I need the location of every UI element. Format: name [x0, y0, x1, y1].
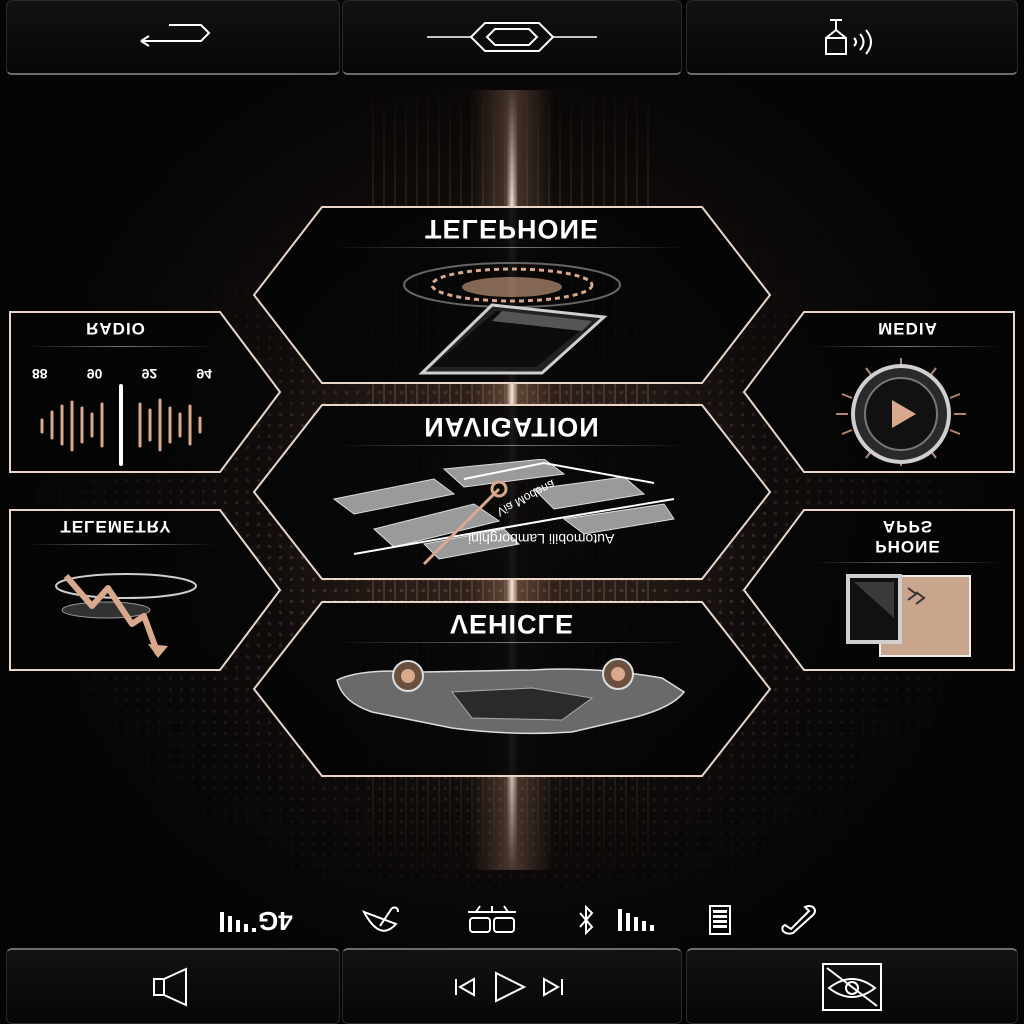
divider — [332, 642, 692, 643]
tile-media-label: MEDIA — [878, 319, 938, 338]
freq-88: 88 — [32, 366, 48, 382]
divider — [332, 445, 692, 446]
tile-phone-apps[interactable]: PHONE APPS — [742, 508, 1018, 672]
back-button[interactable] — [6, 0, 340, 75]
umbrella-status — [355, 898, 405, 942]
divider — [26, 346, 216, 347]
divider — [812, 346, 1002, 347]
tile-radio-label: RADIO — [86, 319, 146, 338]
umbrella-icon — [361, 906, 399, 932]
bottom-bar — [0, 946, 1024, 1024]
freq-94: 94 — [196, 366, 212, 382]
display-button[interactable] — [686, 948, 1018, 1024]
tile-phone-apps-label-1: PHONE — [875, 537, 941, 556]
tile-telephone[interactable]: TELEPHONE — [252, 205, 772, 385]
tile-telephone-label: TELEPHONE — [424, 214, 600, 244]
telemetry-graph-icon — [55, 573, 197, 658]
tile-telemetry[interactable]: TELEMETRY — [6, 508, 282, 672]
play-controls-icon — [455, 970, 563, 1003]
tile-phone-apps-label-2: APPS — [882, 517, 934, 536]
freq-92: 92 — [141, 366, 158, 382]
phone-handset-icon — [781, 905, 816, 935]
bluetooth-icon — [579, 905, 654, 935]
battery-status — [700, 898, 740, 942]
divider — [812, 562, 1002, 563]
phone-tablet-icon — [846, 574, 971, 657]
status-bar: 4G — [0, 898, 1024, 942]
volume-button[interactable] — [6, 948, 340, 1024]
signal-bars-icon — [219, 912, 256, 932]
radio-waveform — [40, 384, 202, 466]
usb-status — [460, 898, 524, 942]
bluetooth-status — [570, 898, 660, 942]
home-hexagon-icon — [427, 22, 597, 52]
smartphone-illustration — [403, 262, 621, 375]
map-street-2: Automobili Lamborghini — [468, 531, 615, 547]
usb-dual-icon — [468, 905, 516, 933]
speaker-icon — [153, 966, 187, 1007]
tile-media[interactable]: MEDIA — [742, 310, 1018, 474]
network-label: 4G — [257, 905, 293, 936]
voice-command-icon — [825, 19, 872, 55]
tile-radio[interactable]: RADIO 88 90 92 94 — [6, 310, 282, 474]
tile-navigation-label: NAVIGATION — [424, 412, 600, 442]
network-status: 4G — [200, 898, 310, 942]
tile-navigation[interactable]: NAVIGATION Via Modena Automobili Lamborg… — [252, 403, 772, 581]
car-illustration — [336, 658, 686, 735]
tile-vehicle[interactable]: VEHICLE — [252, 600, 772, 778]
phone-status — [776, 898, 822, 942]
tile-vehicle-label: VEHICLE — [449, 609, 575, 639]
top-bar — [0, 0, 1024, 76]
media-controls-button[interactable] — [342, 948, 682, 1024]
home-button[interactable] — [342, 0, 682, 75]
display-toggle-icon — [822, 962, 882, 1011]
divider — [332, 247, 692, 248]
battery-icon — [709, 905, 731, 935]
freq-90: 90 — [86, 366, 103, 382]
tile-telemetry-label: TELEMETRY — [60, 517, 172, 536]
divider — [26, 544, 216, 545]
voice-button[interactable] — [686, 0, 1018, 75]
radio-frequency-scale: 88 90 92 94 — [32, 366, 212, 382]
back-arrow-icon — [140, 24, 211, 47]
play-disc-icon — [836, 358, 966, 466]
